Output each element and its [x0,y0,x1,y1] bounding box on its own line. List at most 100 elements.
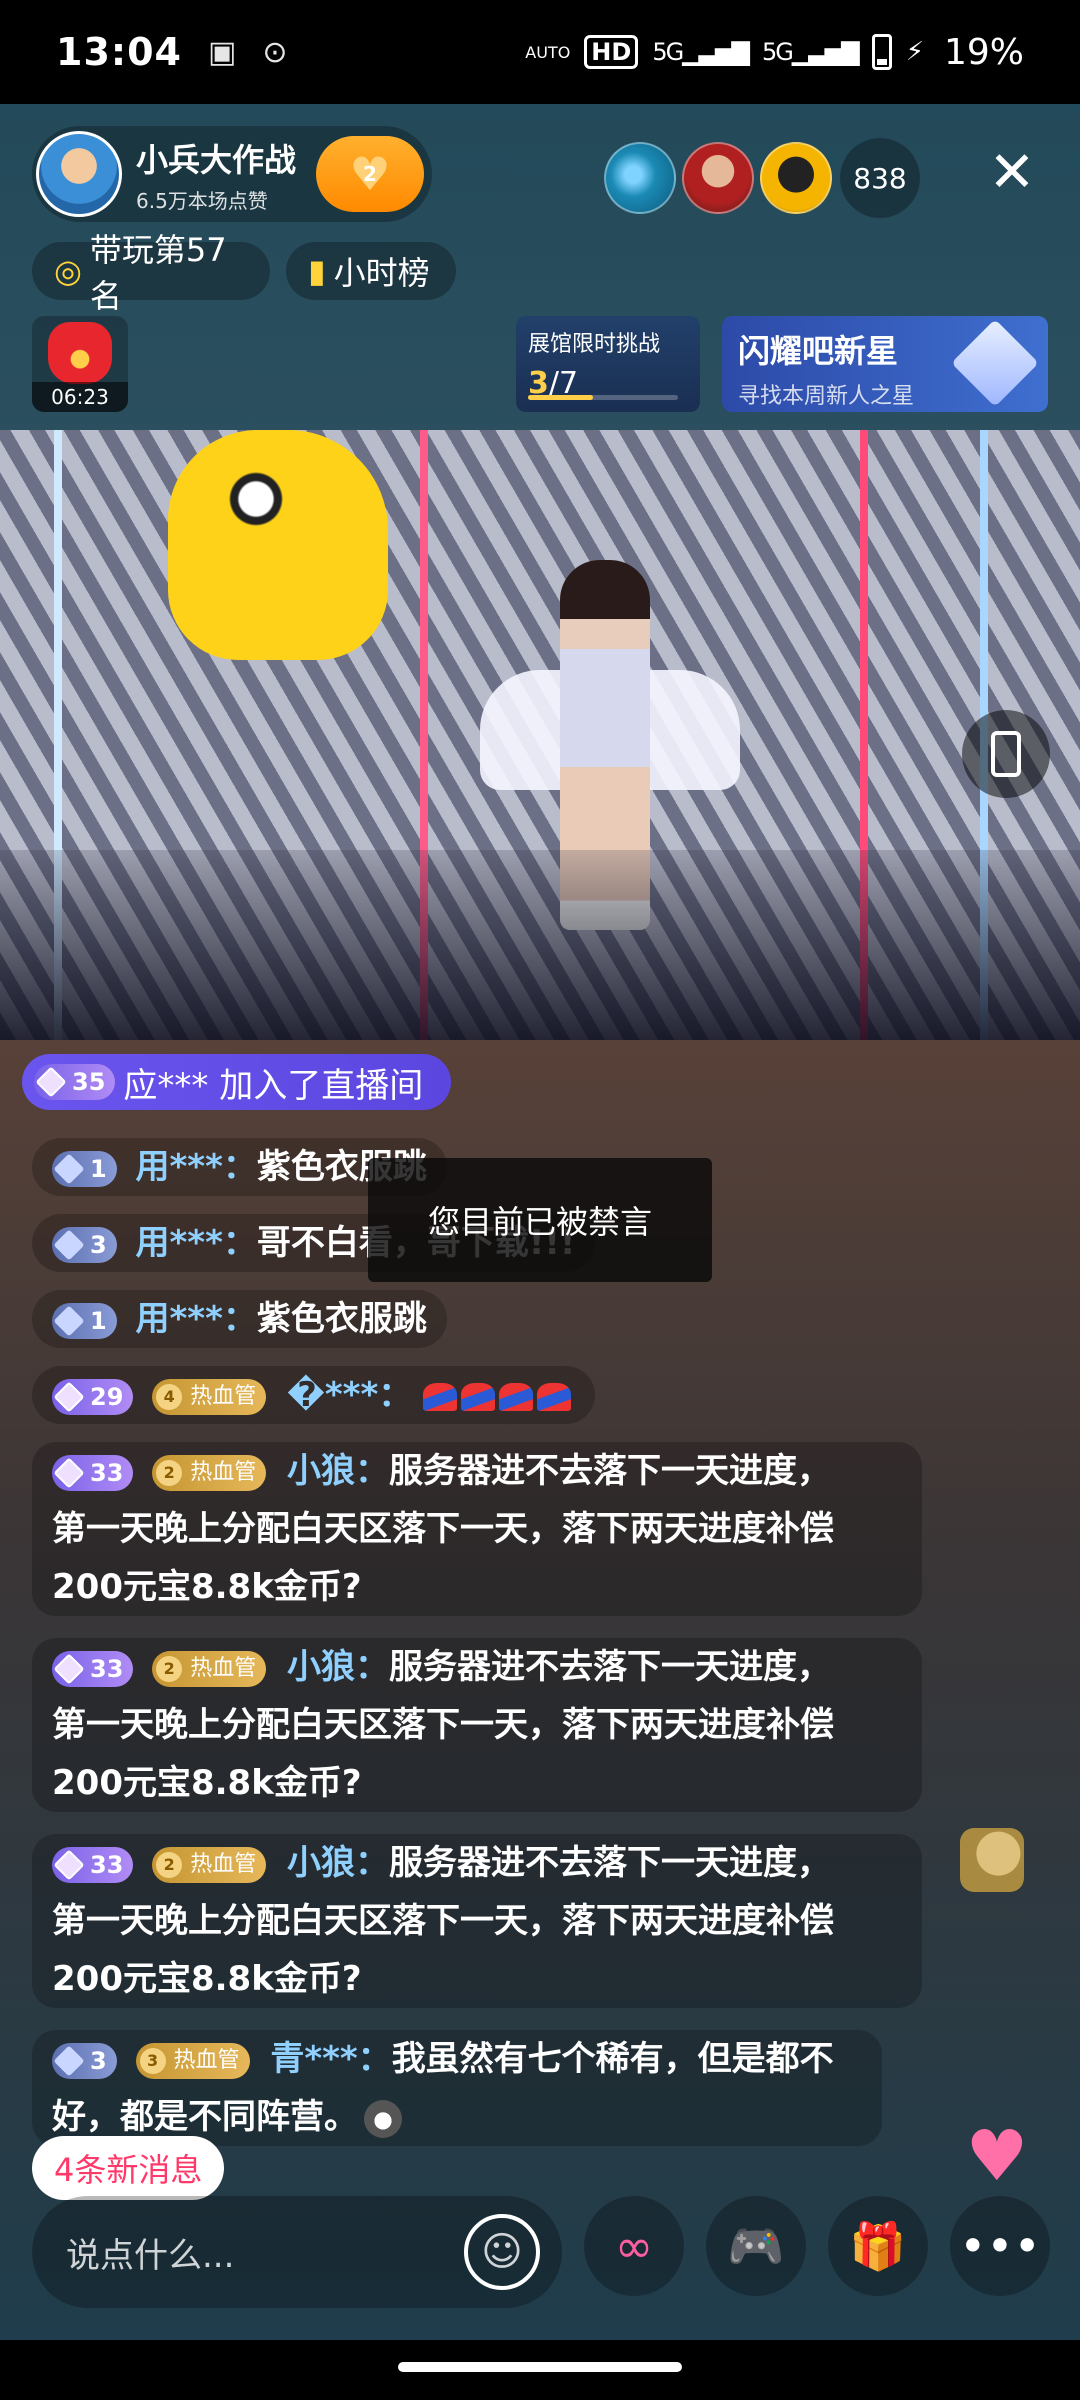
chat-username[interactable]: 小狼： [287,1647,389,1687]
host-likes: 6.5万本场点赞 [136,188,268,213]
challenge-progress-bar [528,395,678,400]
host-name: 小兵大作战 [136,140,297,179]
join-text: 应*** 加入了直播间 [123,1065,424,1106]
signal-icon-2: 5G▁▃▅▇ [762,38,860,66]
signal-icon-1: 5G▁▃▅▇ [652,38,750,66]
muted-toast: 您目前已被禁言 [368,1158,712,1282]
heart-float-icon: ♥ [965,2115,1029,2197]
chat-text: 第一天晚上分配白天区落下一天，落下两天进度补偿 [52,1705,834,1745]
rank-label: 带玩第57名 [89,231,227,315]
rotate-screen-icon[interactable] [962,710,1050,798]
chat-message[interactable]: 1 用***：紫色衣服跳 [32,1290,447,1348]
thumbs-up-icon [960,1828,1024,1892]
chat-username[interactable]: 青***： [270,2039,391,2079]
status-right: AUTO HD 5G▁▃▅▇ 5G▁▃▅▇ ⚡ 19% [525,32,1024,73]
hourly-rank-chip[interactable]: ▮ 小时榜 [286,242,456,300]
user-level-badge: 1 [52,1150,117,1187]
gamepad-icon: ◎ [54,252,82,290]
chat-username[interactable]: 小狼： [287,1843,389,1883]
viewer-list[interactable]: 838 [598,138,920,218]
user-level-badge: 33 [52,1454,134,1491]
chat-username[interactable]: �***： [287,1375,412,1415]
bottom-toolbar: 说点什么... ☺ ∞ 🎮 🎁 ••• [0,2180,1080,2340]
fish-emoji-icon [537,1382,572,1411]
auto-label: AUTO [525,42,571,62]
chat-text: 第一天晚上分配白天区落下一天，落下两天进度补偿 [52,1901,834,1941]
viewer-avatar[interactable] [760,142,832,214]
bar-chart-icon: ▮ [308,252,326,290]
red-packet-timer: 06:23 [32,382,128,412]
join-notice: 35 应*** 加入了直播间 [22,1054,452,1110]
live-room: 小兵大作战 6.5万本场点赞 ♥ 2 838 ✕ ◎ 带玩第57名 ▮ 小时榜 … [0,104,1080,2340]
chat-text: 200元宝8.8k金币? [52,1763,362,1803]
host-avatar[interactable] [36,131,122,217]
chat-text: 紫色衣服跳 [256,1299,427,1339]
chat-username[interactable]: 用***： [136,1299,257,1339]
wolf-emoji-icon [364,2099,402,2138]
home-indicator[interactable] [398,2362,682,2372]
status-time: 13:04 [56,30,182,74]
battery-percent: 19% [943,31,1024,73]
chat-message[interactable]: 33 2 热血管 小狼：服务器进不去落下一天进度， 第一天晚上分配白天区落下一天，… [32,1834,922,2008]
chat-message[interactable]: 33 2 热血管 小狼：服务器进不去落下一天进度， 第一天晚上分配白天区落下一天，… [32,1442,922,1616]
chat-message[interactable]: 33 2 热血管 小狼：服务器进不去落下一天进度， 第一天晚上分配白天区落下一天，… [32,1638,922,1812]
user-level-badge: 35 [34,1064,116,1100]
fan-badge: 3 热血管 [135,2042,250,2079]
user-level-badge: 29 [52,1378,134,1415]
host-card[interactable]: 小兵大作战 6.5万本场点赞 ♥ 2 [32,126,432,222]
more-icon[interactable]: ••• [950,2196,1050,2296]
fish-emoji-icon [461,1382,496,1411]
chat-username[interactable]: 用***： [136,1147,257,1187]
fan-badge: 4 热血管 [152,1378,267,1415]
viewer-avatar[interactable] [682,142,754,214]
chat-text: 我虽然有七个稀有，但是都不 [391,2039,834,2079]
chat-text: 好，都是不同阵营。 [52,2097,358,2137]
chat-text: 服务器进不去落下一天进度， [389,1843,832,1883]
charging-icon: ⚡ [905,37,924,67]
viewer-count[interactable]: 838 [840,138,920,218]
live-video[interactable] [0,430,1080,1040]
hd-badge: HD [584,35,639,69]
status-bar: 13:04 ▣ ⊙ AUTO HD 5G▁▃▅▇ 5G▁▃▅▇ ⚡ 19% [0,0,1080,104]
fan-badge: 2 热血管 [152,1650,267,1687]
chat-input-placeholder: 说点什么... [66,2235,235,2276]
red-packet[interactable]: 06:23 [32,316,128,412]
chat-text: 200元宝8.8k金币? [52,1567,362,1607]
gift-icon[interactable]: 🎁 [828,2196,928,2296]
chat-text: 服务器进不去落下一天进度， [389,1647,832,1687]
user-level-badge: 3 [52,2042,117,2079]
chat-username[interactable]: 用***： [136,1223,257,1263]
user-level-badge: 3 [52,1226,117,1263]
mascot-figure [168,430,388,660]
stage-floor [0,850,1080,1040]
chat-message[interactable]: 29 4 热血管 �***： [32,1366,596,1424]
chat-username[interactable]: 小狼： [287,1451,389,1491]
fish-emoji-icon [423,1382,458,1411]
exhibition-challenge[interactable]: 展馆限时挑战 3/7 [516,316,700,412]
fan-badge: 2 热血管 [152,1454,267,1491]
chat-text: 服务器进不去落下一天进度， [389,1451,832,1491]
red-packet-icon [48,322,112,384]
fish-emoji-icon [499,1382,534,1411]
battery-icon [871,34,892,70]
chat-message[interactable]: 3 3 热血管 青***：我虽然有七个稀有，但是都不 好，都是不同阵营。 [32,2030,882,2146]
chat-input[interactable]: 说点什么... ☺ [32,2196,562,2308]
game-controller-icon[interactable]: 🎮 [706,2196,806,2296]
emoji-icon[interactable]: ☺ [464,2214,540,2290]
fan-badge: 2 热血管 [152,1846,267,1883]
host-info: 小兵大作战 6.5万本场点赞 [136,135,296,214]
follow-level: 2 [363,162,377,186]
link-icon[interactable]: ∞ [584,2196,684,2296]
download-icon: ⊙ [262,34,288,70]
user-level-badge: 33 [52,1650,134,1687]
user-level-badge: 1 [52,1302,117,1339]
chat-text: 200元宝8.8k金币? [52,1959,362,1999]
new-star-banner[interactable]: 闪耀吧新星 寻找本周新人之星 [722,316,1048,412]
close-icon[interactable]: ✕ [980,140,1044,205]
user-level-badge: 33 [52,1846,134,1883]
chat-text: 第一天晚上分配白天区落下一天，落下两天进度补偿 [52,1509,834,1549]
follow-button[interactable]: ♥ 2 [316,136,424,212]
rank-chip[interactable]: ◎ 带玩第57名 [32,231,270,315]
image-icon: ▣ [207,34,237,70]
viewer-avatar[interactable] [604,142,676,214]
